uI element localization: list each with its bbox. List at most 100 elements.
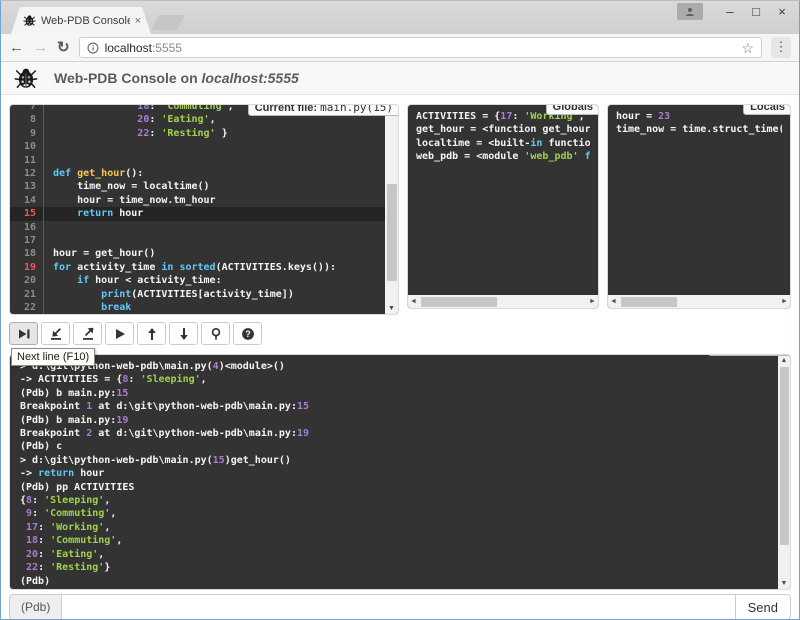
send-button[interactable]: Send <box>736 594 791 620</box>
output-line: (Pdb) <box>20 575 768 588</box>
source-code: 7 18: 'Commuting',8 20: 'Eating',9 22: '… <box>10 104 385 314</box>
forward-icon: → <box>33 40 48 55</box>
line-number[interactable]: 11 <box>10 154 44 167</box>
bug-icon <box>14 66 38 90</box>
tab-title: Web-PDB Console on lo <box>41 15 130 27</box>
maximize-button[interactable]: □ <box>743 3 769 21</box>
current-file-badge: Current file: main.py(15) <box>248 104 399 116</box>
locals-panel: Locals hour = 23time_now = time.struct_t… <box>607 104 791 309</box>
scroll-left-icon[interactable]: ◄ <box>408 295 419 308</box>
output-line: Breakpoint 1 at d:\git\python-web-pdb\ma… <box>20 400 768 413</box>
browser-toolbar: ← → ↻ localhost:5555 ☆ ⋮ <box>1 34 799 62</box>
code-vertical-scrollbar[interactable]: ▼ <box>385 105 398 314</box>
output-line: 17: 'Working', <box>20 521 768 534</box>
page-title: Web-PDB Console on localhost:5555 <box>54 70 299 86</box>
output-line: 22: 'Resting'} <box>20 561 768 574</box>
play-icon <box>113 327 127 341</box>
next-line-button[interactable] <box>9 322 38 345</box>
where-button[interactable] <box>201 322 230 345</box>
code-line: 17 <box>10 234 385 247</box>
page-header: Web-PDB Console on localhost:5555 <box>1 62 799 95</box>
debugger-toolbar: ? Next line (F10) <box>9 322 791 345</box>
globals-badge: Globals <box>546 104 599 115</box>
command-input-group: (Pdb) Send <box>9 594 791 620</box>
line-number[interactable]: 17 <box>10 234 44 247</box>
scroll-left-icon[interactable]: ◄ <box>608 295 619 308</box>
scrollbar-thumb[interactable] <box>621 297 677 307</box>
code-line: 11 <box>10 154 385 167</box>
line-number[interactable]: 12 <box>10 167 44 180</box>
stack-up-button[interactable] <box>137 322 166 345</box>
browser-menu-icon[interactable]: ⋮ <box>771 37 791 58</box>
code-line: 14 hour = time_now.tm_hour <box>10 194 385 207</box>
code-text: break <box>44 301 385 314</box>
code-line: 9 22: 'Resting' } <box>10 127 385 140</box>
back-icon[interactable]: ← <box>9 40 24 55</box>
line-number[interactable]: 8 <box>10 113 44 126</box>
line-number[interactable]: 22 <box>10 301 44 314</box>
output-line: 9: 'Commuting', <box>20 507 768 520</box>
scrollbar-thumb[interactable] <box>780 367 789 545</box>
code-text <box>44 234 385 247</box>
line-number[interactable]: 18 <box>10 247 44 260</box>
question-icon: ? <box>241 327 255 341</box>
line-number[interactable]: 9 <box>10 127 44 140</box>
output-line: -> return hour <box>20 467 768 480</box>
favicon-bug-icon <box>23 14 36 27</box>
close-button[interactable]: × <box>769 3 795 21</box>
output-line: 18: 'Commuting', <box>20 534 768 547</box>
browser-tab[interactable]: Web-PDB Console on lo × <box>11 7 151 34</box>
line-number[interactable]: 7 <box>10 104 44 113</box>
tab-close-icon[interactable]: × <box>135 15 141 27</box>
line-number[interactable]: 14 <box>10 194 44 207</box>
code-text: for activity_time in sorted(ACTIVITIES.k… <box>44 261 385 274</box>
step-out-button[interactable] <box>73 322 102 345</box>
scrollbar-thumb[interactable] <box>421 297 497 307</box>
globals-horizontal-scrollbar[interactable]: ◄ ► <box>408 295 598 308</box>
output-line: > d:\git\python-web-pdb\main.py(4)<modul… <box>20 360 768 373</box>
bookmark-star-icon[interactable]: ☆ <box>741 41 754 55</box>
line-number[interactable]: 15 <box>10 207 44 220</box>
line-number[interactable]: 10 <box>10 140 44 153</box>
pdb-console-panel: PDB Console > d:\git\python-web-pdb\main… <box>9 354 791 590</box>
code-text <box>44 140 385 153</box>
pdb-console-badge: PDB Console <box>708 354 791 356</box>
browser-titlebar: Web-PDB Console on lo × – □ × <box>1 1 799 34</box>
scroll-down-icon[interactable]: ▼ <box>778 578 790 589</box>
output-line: 20: 'Eating', <box>20 548 768 561</box>
line-number[interactable]: 13 <box>10 180 44 193</box>
scroll-down-icon[interactable]: ▼ <box>385 303 398 314</box>
code-line: 20 if hour < activity_time: <box>10 274 385 287</box>
line-number[interactable]: 20 <box>10 274 44 287</box>
output-line: (Pdb) pp ACTIVITIES <box>20 481 768 494</box>
scroll-right-icon[interactable]: ► <box>779 295 790 308</box>
scroll-right-icon[interactable]: ► <box>587 295 598 308</box>
browser-window: Web-PDB Console on lo × – □ × ← → ↻ <box>0 0 800 620</box>
minimize-button[interactable]: – <box>717 3 743 21</box>
reload-icon[interactable]: ↻ <box>57 40 70 55</box>
line-number[interactable]: 19 <box>10 261 44 274</box>
tooltip: Next line (F10) <box>11 348 95 366</box>
new-tab-button[interactable] <box>151 15 185 30</box>
address-bar[interactable]: localhost:5555 ☆ <box>79 37 762 58</box>
profile-button[interactable] <box>677 3 703 20</box>
help-button[interactable]: ? <box>233 322 262 345</box>
continue-button[interactable] <box>105 322 134 345</box>
scroll-up-icon[interactable]: ▲ <box>778 355 790 366</box>
code-line: 13 time_now = localtime() <box>10 180 385 193</box>
arrow-up-icon <box>145 327 159 341</box>
line-number[interactable]: 16 <box>10 221 44 234</box>
globals-panel: Globals ACTIVITIES = {17: 'Working', 18:… <box>407 104 599 309</box>
console-vertical-scrollbar[interactable]: ▲ ▼ <box>778 355 790 589</box>
step-out-icon <box>81 327 95 341</box>
command-input[interactable] <box>62 594 735 620</box>
locals-horizontal-scrollbar[interactable]: ◄ ► <box>608 295 790 308</box>
stack-down-button[interactable] <box>169 322 198 345</box>
step-into-button[interactable] <box>41 322 70 345</box>
step-into-icon <box>49 327 63 341</box>
scrollbar-thumb[interactable] <box>387 184 397 280</box>
code-line: 12def get_hour(): <box>10 167 385 180</box>
code-text: return hour <box>44 207 385 220</box>
line-number[interactable]: 21 <box>10 288 44 301</box>
info-icon[interactable] <box>87 42 99 54</box>
